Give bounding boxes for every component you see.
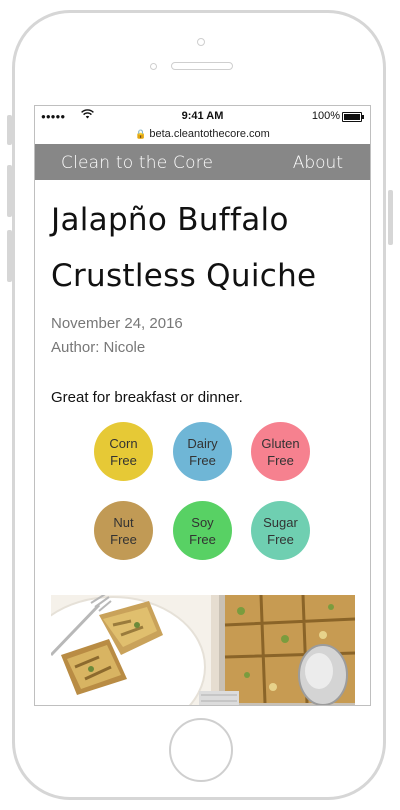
battery-icon <box>342 112 364 122</box>
badge-corn-free: Corn Free <box>94 422 153 481</box>
site-brand-link[interactable]: Clean to the Core <box>61 153 213 173</box>
badge-sugar-free: Sugar Free <box>251 501 310 560</box>
lock-icon: 🔒 <box>135 129 147 139</box>
recipe-photo <box>51 595 355 705</box>
site-navbar: Clean to the Core About <box>35 144 370 180</box>
recipe-description: Great for breakfast or dinner. <box>51 389 243 406</box>
badge-gluten-free: Gluten Free <box>251 422 310 481</box>
side-button-power <box>388 190 393 245</box>
recipe-meta: November 24, 2016 Author: Nicole <box>51 312 354 360</box>
earpiece-speaker <box>171 62 233 70</box>
side-button-volume-down <box>7 230 12 282</box>
badge-nut-free: Nut Free <box>94 501 153 560</box>
dietary-badges: Corn Free Dairy Free Gluten Free Nut Free So… <box>51 422 354 582</box>
badge-dairy-free: Dairy Free <box>173 422 232 481</box>
recipe-author: Author: Nicole <box>51 339 146 356</box>
front-camera <box>197 38 205 46</box>
phone-screen: ●●●●● 9:41 AM 100% 🔒 beta.cleantothecore.… <box>34 105 371 706</box>
battery-percent: 100% <box>311 110 340 122</box>
home-button[interactable] <box>169 718 233 782</box>
address-bar[interactable]: 🔒 beta.cleantothecore.com <box>35 128 370 144</box>
badge-soy-free: Soy Free <box>173 501 232 560</box>
recipe-content: Jalapño Buffalo Crustless Quiche Novembe… <box>35 192 370 582</box>
url-text: beta.cleantothecore.com <box>149 128 270 140</box>
about-link[interactable]: About <box>293 153 343 173</box>
proximity-sensor <box>150 63 157 70</box>
side-button-volume-up <box>7 165 12 217</box>
recipe-title: Jalapño Buffalo Crustless Quiche <box>51 202 317 294</box>
side-button-mute <box>7 115 12 145</box>
status-bar: ●●●●● 9:41 AM 100% <box>35 106 370 128</box>
recipe-date: November 24, 2016 <box>51 315 183 332</box>
